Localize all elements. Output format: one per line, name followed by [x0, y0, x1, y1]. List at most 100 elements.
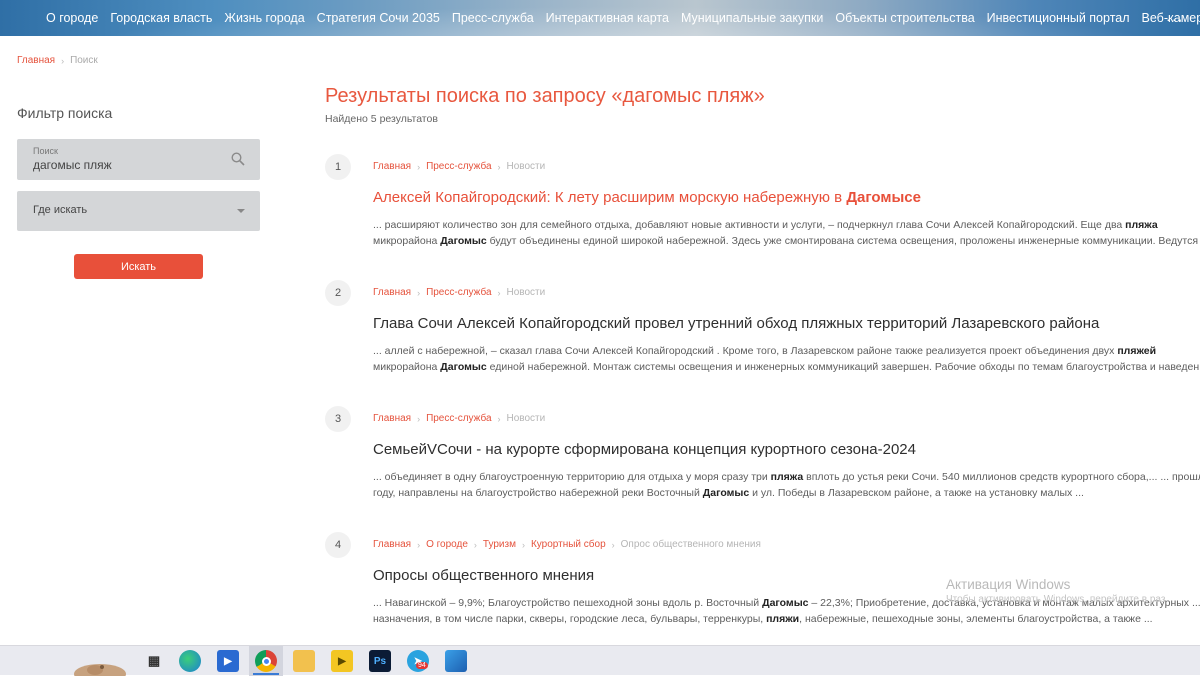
snippet-text: ... Навагинской – 9,9%; Благоустройство … [373, 597, 762, 609]
breadcrumb: Главная › Поиск [17, 55, 98, 66]
task-view-icon[interactable]: ▦ [143, 650, 165, 672]
chevron-right-icon: › [498, 414, 501, 424]
result-breadcrumb-link[interactable]: Главная [373, 287, 411, 298]
taskbar-decoration-icon [0, 646, 135, 676]
snippet-text: будут объединены единой широкой набережн… [487, 235, 1198, 247]
result-number: 4 [325, 532, 351, 558]
filter-title: Фильтр поиска [17, 105, 112, 121]
snippet-text: ... аллей с набережной, – сказал глава С… [373, 345, 1117, 357]
result-breadcrumb-link[interactable]: О городе [426, 539, 468, 550]
result-breadcrumb: Главная › О городе › Туризм › Курортный … [373, 539, 761, 550]
breadcrumb-current: Поиск [70, 55, 98, 66]
results-count: Найдено 5 результатов [325, 113, 438, 125]
top-nav-item[interactable]: Интерактивная карта [546, 11, 669, 25]
top-nav-item[interactable]: Инвестиционный портал [987, 11, 1130, 25]
chevron-right-icon: › [498, 162, 501, 172]
result-breadcrumb-link[interactable]: Главная [373, 539, 411, 550]
result-breadcrumb-link[interactable]: Курортный сбор [531, 539, 606, 550]
result-breadcrumb: Главная › Пресс-служба › Новости [373, 161, 545, 172]
result-number: 1 [325, 154, 351, 180]
chevron-right-icon: › [612, 540, 615, 550]
snippet-highlight: Дагомыс [703, 487, 749, 499]
top-nav-item[interactable]: Стратегия Сочи 2035 [317, 11, 440, 25]
result-breadcrumb-link[interactable]: Туризм [483, 539, 516, 550]
top-nav-item[interactable]: Муниципальные закупки [681, 11, 823, 25]
search-input[interactable] [33, 158, 223, 172]
result-title-link[interactable]: Опросы общественного мнения [373, 567, 594, 584]
result-breadcrumb-current: Новости [507, 161, 546, 172]
windows-activation-title: Активация Windows [946, 577, 1070, 592]
result-title-link[interactable]: Глава Сочи Алексей Копайгородский провел… [373, 315, 1099, 332]
result-breadcrumb-link[interactable]: Главная [373, 413, 411, 424]
result-breadcrumb-link[interactable]: Главная [373, 161, 411, 172]
snippet-text: вплоть до устья реки Сочи. 540 миллионов… [803, 471, 1200, 483]
result-snippet: ... расширяют количество зон для семейно… [373, 218, 1200, 249]
snippet-highlight: Дагомыс [440, 361, 486, 373]
photoshop-icon[interactable]: Ps [369, 650, 391, 672]
result-breadcrumb-current: Опрос общественного мнения [621, 539, 761, 550]
paint-icon[interactable] [445, 650, 467, 672]
chevron-right-icon: › [498, 288, 501, 298]
windows-activation-subtitle: Чтобы активировать Windows, перейдите в … [946, 594, 1165, 605]
video-icon[interactable]: ▶ [331, 650, 353, 672]
chevron-down-icon [237, 209, 245, 213]
top-navigation: О городе Городская власть Жизнь города Стра… [0, 0, 1200, 36]
result-title-text: Алексей Копайгородский: К лету расширим … [373, 189, 846, 206]
result-breadcrumb: Главная › Пресс-служба › Новости [373, 413, 545, 424]
edge-icon[interactable] [179, 650, 201, 672]
snippet-text: микрорайона [373, 235, 440, 247]
snippet-text: , набережные, пешеходные зоны, элементы … [799, 613, 1152, 625]
result-breadcrumb-link[interactable]: Пресс-служба [426, 287, 491, 298]
chevron-right-icon: › [417, 162, 420, 172]
snippet-text: и ул. Победы в Лазаревском районе, а так… [749, 487, 1084, 499]
top-nav-item[interactable]: Городская власть [110, 11, 212, 25]
result-breadcrumb-current: Новости [507, 413, 546, 424]
result-number: 3 [325, 406, 351, 432]
search-submit-button[interactable]: Искать [74, 254, 203, 279]
result-breadcrumb-link[interactable]: Пресс-служба [426, 413, 491, 424]
where-to-search-label: Где искать [33, 204, 87, 216]
result-breadcrumb-link[interactable]: Пресс-служба [426, 161, 491, 172]
telegram-badge: 94 [416, 662, 428, 669]
search-field[interactable]: Поиск [17, 139, 260, 180]
snippet-highlight: пляжа [771, 471, 804, 483]
snippet-text: единой набережной. Монтаж системы освеще… [487, 361, 1199, 373]
taskbar: ▦ ▶ ▶ Ps ➤ 94 [0, 645, 1200, 675]
chevron-right-icon: › [474, 540, 477, 550]
result-title-link[interactable]: Алексей Копайгородский: К лету расширим … [373, 189, 921, 206]
snippet-text: назначения, в том числе парки, скверы, г… [373, 613, 766, 625]
chevron-right-icon: › [61, 56, 64, 66]
top-nav-item[interactable]: Жизнь города [224, 11, 304, 25]
top-nav-item[interactable]: Пресс-служба [452, 11, 534, 25]
results-title: Результаты поиска по запросу «дагомыс пл… [325, 85, 765, 108]
top-nav-menu: О городе Городская власть Жизнь города Стра… [46, 0, 1200, 36]
snippet-highlight: пляжей [1117, 345, 1156, 357]
chevron-right-icon: › [417, 288, 420, 298]
snippet-text: микрорайона [373, 361, 440, 373]
top-nav-item[interactable]: О городе [46, 11, 98, 25]
more-menu-icon[interactable]: ... [1166, 8, 1184, 24]
chevron-right-icon: › [417, 540, 420, 550]
chrome-icon[interactable] [255, 650, 277, 672]
result-breadcrumb-current: Новости [507, 287, 546, 298]
search-field-label: Поиск [33, 146, 58, 156]
breadcrumb-home[interactable]: Главная [17, 55, 55, 66]
result-number: 2 [325, 280, 351, 306]
result-title-highlight: Дагомысе [846, 189, 921, 206]
media-player-icon[interactable]: ▶ [217, 650, 239, 672]
search-icon[interactable] [231, 152, 245, 166]
snippet-text: ... объединяет в одну благоустроенную те… [373, 471, 771, 483]
result-breadcrumb: Главная › Пресс-служба › Новости [373, 287, 545, 298]
result-snippet: ... объединяет в одну благоустроенную те… [373, 470, 1200, 501]
result-title-link[interactable]: СемьейVСочи - на курорте сформирована ко… [373, 441, 916, 458]
result-snippet: ... аллей с набережной, – сказал глава С… [373, 344, 1200, 375]
snippet-highlight: Дагомыс [762, 597, 808, 609]
snippet-highlight: Дагомыс [440, 235, 486, 247]
file-explorer-icon[interactable] [293, 650, 315, 672]
snippet-highlight: пляжи [766, 613, 799, 625]
snippet-text: ... расширяют количество зон для семейно… [373, 219, 1125, 231]
snippet-highlight: пляжа [1125, 219, 1158, 231]
top-nav-item[interactable]: Объекты строительства [835, 11, 974, 25]
taskbar-search-area[interactable] [0, 646, 135, 676]
where-to-search-select[interactable]: Где искать [17, 191, 260, 231]
